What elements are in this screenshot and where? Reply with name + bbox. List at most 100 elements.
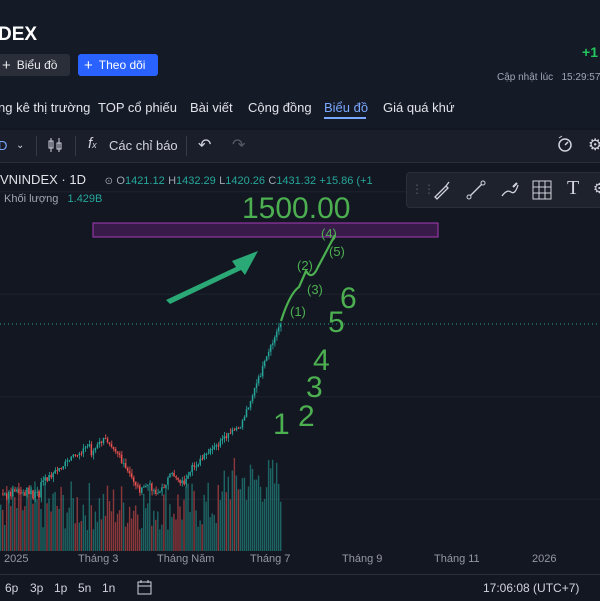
text-icon[interactable]: T [567,177,579,200]
volume-bar [246,500,247,551]
volume-bar [278,484,279,551]
tab-top-stocks[interactable]: TOP cổ phiếu [98,100,177,115]
timeframe-button[interactable]: 5n [78,581,91,595]
high-label: H [168,175,176,187]
volume-bar [127,523,128,551]
interval-button[interactable]: D [0,138,7,153]
candle-body [71,457,72,461]
candle-body [121,455,122,464]
bottom-toolbar: 6p 3p 1p 5n 1n 17:06:08 (UTC+7) [0,574,600,601]
drawing-toolbar: ⋮⋮ T ⚙ [406,172,600,208]
volume-bar [54,492,55,551]
candle-body [93,451,94,456]
volume-bar [123,503,124,551]
volume-bar [66,513,67,551]
wave-label: (3) [307,282,323,297]
eye-icon[interactable]: ⊙ [105,176,113,187]
undo-icon[interactable]: ↶ [198,135,211,155]
chevron-down-icon[interactable]: ⌄ [16,140,24,151]
tab-chart[interactable]: Biểu đồ [324,100,368,115]
wave-label: (1) [290,304,306,319]
open-label: O [116,175,125,187]
volume-bar [85,515,86,551]
volume-bar [113,489,114,551]
tab-history[interactable]: Giá quá khứ [383,100,455,115]
header: DEX +1 Cập nhật lúc 15:29:57 + Biểu đồ +… [0,0,600,92]
volume-bar [177,494,178,551]
volume-bar [234,458,235,551]
trendline-icon[interactable] [465,179,487,206]
settings-icon[interactable]: ⚙ [588,135,600,155]
volume-bar [244,478,245,551]
volume-bar [189,512,190,551]
x-axis-label: Tháng 9 [342,553,382,565]
candle-body [191,465,192,472]
volume-bar [155,520,156,551]
candle-body [169,473,170,477]
candle-body [149,483,150,484]
timeframe-button[interactable]: 6p [5,581,18,595]
candle-body [280,324,281,327]
candle-body [46,477,47,480]
candle-body [195,466,196,467]
x-axis-label: Tháng Năm [157,553,214,565]
updated-time: Cập nhật lúc 15:29:57 [497,72,600,83]
indicators-button[interactable]: Các chỉ báo [109,138,178,153]
volume-bar [28,492,29,551]
settings-icon[interactable]: ⚙ [593,180,600,197]
alert-icon[interactable] [556,135,574,156]
date-range-icon[interactable] [136,578,154,599]
tab-market-stats[interactable]: ng kê thị trường [0,100,90,115]
chart-toolbar: D ⌄ fx Các chỉ báo ↶ ↷ ⚙ [0,130,600,163]
candle-body [125,463,126,468]
candle-body [232,430,233,434]
volume-bar [248,486,249,551]
add-chart-button[interactable]: + Biểu đồ [0,54,70,76]
wave-number: 1 [273,408,290,442]
candle-body [165,485,166,488]
volume-bar [109,501,110,551]
candle-body [137,485,138,486]
candle-body [143,487,144,488]
volume-bar [193,491,194,551]
volume-bar [266,487,267,551]
volume-bar [276,463,277,551]
redo-icon[interactable]: ↷ [232,135,245,155]
brush-icon[interactable] [499,179,521,206]
candle-body [197,465,198,467]
timeframe-button[interactable]: 3p [30,581,43,595]
candle-body [256,383,257,388]
candle-body [34,492,35,499]
volume-bar [60,487,61,551]
volume-legend: Khối lượng 1.429B [4,193,102,205]
tab-articles[interactable]: Bài viết [190,100,233,115]
candle-body [175,476,176,477]
volume-bar [131,518,132,551]
candle-body [109,442,110,444]
low-value: 1420.26 [225,175,265,187]
volume-bar [199,520,200,551]
volume-bar [46,503,47,551]
timeframe-button[interactable]: 1n [102,581,115,595]
timeframe-button[interactable]: 1p [54,581,67,595]
tab-community[interactable]: Cộng đồng [248,100,312,115]
grid-icon[interactable] [531,179,553,206]
follow-button[interactable]: + Theo dõi [78,54,158,76]
candle-body [260,376,261,377]
candle-body [234,430,235,431]
volume-bar [280,502,281,551]
volume-bar [117,514,118,551]
volume-bar [16,508,17,551]
fx-icon[interactable]: fx [88,135,97,152]
volume-bar [125,527,126,551]
volume-bar [129,507,130,551]
candle-body [85,447,86,448]
volume-bar [224,471,225,551]
pen-icon[interactable] [431,179,453,206]
candle-body [24,492,25,495]
volume-bar [147,503,148,551]
volume-bar [209,517,210,551]
volume-bar [159,529,160,551]
volume-bar [139,530,140,551]
candles-icon[interactable] [46,136,64,157]
